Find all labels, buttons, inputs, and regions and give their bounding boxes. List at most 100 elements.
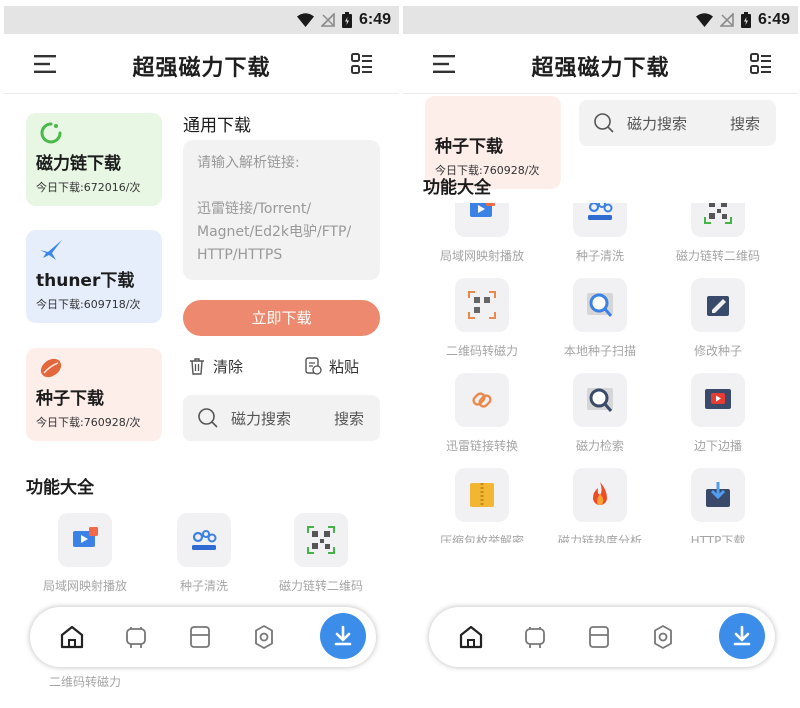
feature-local-scan[interactable]: 本地种子扫描 <box>540 278 660 370</box>
search-button[interactable]: 搜索 <box>334 408 364 429</box>
play-video-icon <box>705 389 731 409</box>
search-icon <box>594 113 614 133</box>
magnet-search-bar[interactable]: 磁力搜索 搜索 <box>579 100 776 146</box>
cast-video-icon <box>73 527 98 547</box>
download-icon <box>334 625 352 646</box>
magnet-refresh-icon <box>40 122 62 144</box>
link-input[interactable]: 请输入解析链接: 迅雷链接/Torrent/ Magnet/Ed2k电驴/FTP… <box>183 140 380 280</box>
feature-thunder-convert[interactable]: 迅雷链接转换 <box>422 373 542 465</box>
nav-settings[interactable] <box>250 623 278 651</box>
torrent-download-card[interactable]: 种子下载 今日下载:760928/次 <box>26 348 162 441</box>
download-now-button[interactable]: 立即下载 <box>183 300 380 336</box>
card-title: 种子下载 <box>36 389 104 409</box>
zip-folder-icon <box>470 483 494 507</box>
fire-icon <box>593 482 607 505</box>
feature-torrent-clean[interactable]: 种子清洗 <box>144 513 264 605</box>
nav-layers[interactable] <box>585 623 613 651</box>
magnifier-icon <box>587 293 613 317</box>
card-title: thuner下载 <box>36 271 135 291</box>
clear-button[interactable]: 清除 <box>187 353 243 379</box>
feature-edit-torrent[interactable]: 修改种子 <box>658 278 778 370</box>
features-title: 功能大全 <box>423 173 497 198</box>
edit-file-icon <box>707 296 729 316</box>
bottom-navigation <box>429 607 775 667</box>
magnet-search-bar[interactable]: 磁力搜索 搜索 <box>183 395 380 441</box>
wifi-icon <box>695 13 713 27</box>
magnet-download-card[interactable]: 磁力链下载 今日下载:672016/次 <box>26 113 162 206</box>
feature-qr-to-magnet[interactable]: 二维码转磁力 <box>422 278 542 370</box>
app-bar: 超强磁力下载 <box>4 34 399 94</box>
nav-chat[interactable] <box>122 623 150 651</box>
nav-settings[interactable] <box>649 623 677 651</box>
feature-lan-cast[interactable]: 局域网映射播放 <box>25 513 145 605</box>
trash-icon <box>190 358 204 375</box>
app-title: 超强磁力下载 <box>531 56 670 81</box>
card-count: 今日下载:609718/次 <box>36 298 141 311</box>
search-input[interactable]: 磁力搜索 <box>627 113 687 134</box>
battery-icon <box>341 12 352 28</box>
nav-home[interactable] <box>457 623 485 651</box>
features-title: 功能大全 <box>26 473 100 498</box>
paste-button[interactable]: 粘贴 <box>303 353 359 379</box>
app-bar: 超强磁力下载 <box>403 34 798 94</box>
settings-icon <box>255 625 273 649</box>
general-download-title: 通用下载 <box>183 116 251 136</box>
card-title: 磁力链下载 <box>36 154 121 174</box>
link-chain-icon <box>472 392 492 408</box>
no-signal-icon <box>719 13 734 27</box>
feature-heat-analysis[interactable]: 磁力链热度分析 <box>540 468 660 543</box>
seed-icon <box>40 358 62 378</box>
home-icon <box>459 625 483 649</box>
nav-home[interactable] <box>58 623 86 651</box>
qrcode-icon <box>704 203 732 224</box>
clear-label: 清除 <box>213 357 244 376</box>
app-title: 超强磁力下载 <box>132 56 271 81</box>
status-time: 6:49 <box>358 11 391 28</box>
settings-icon <box>654 625 672 649</box>
search-button[interactable]: 搜索 <box>730 113 760 134</box>
download-fab[interactable] <box>320 613 366 659</box>
list-view-icon[interactable] <box>351 53 373 75</box>
feature-magnet-to-qr[interactable]: 磁力链转二维码 <box>658 203 778 275</box>
layers-icon <box>589 626 609 648</box>
feature-magnet-search[interactable]: 磁力检索 <box>540 373 660 465</box>
cast-video-icon <box>470 203 495 217</box>
home-icon <box>60 625 84 649</box>
feature-torrent-clean[interactable]: 种子清洗 <box>540 203 660 275</box>
feature-zip-decrypt[interactable]: 压缩包枚举解密 <box>422 468 542 543</box>
qr-scan-icon <box>468 291 496 319</box>
layers-icon <box>190 626 210 648</box>
battery-icon <box>740 12 751 28</box>
download-icon <box>733 625 751 646</box>
feature-grid: 局域网映射播放 种子清洗 磁力链转二维码 二维码转磁力 本地种子扫描 修改种子 … <box>403 203 798 543</box>
search-input[interactable]: 磁力搜索 <box>231 408 291 429</box>
phone-screen-scrolled: 6:49 超强磁力下载 种子下载 今日下载:760928/次 磁力搜索 搜索 功… <box>403 0 798 708</box>
feature-magnet-to-qr[interactable]: 磁力链转二维码 <box>261 513 381 605</box>
status-bar: 6:49 <box>4 6 399 34</box>
status-bar: 6:49 <box>403 6 798 34</box>
status-time: 6:49 <box>757 11 790 28</box>
feature-lan-cast[interactable]: 局域网映射播放 <box>422 203 542 275</box>
card-title: 种子下载 <box>435 137 503 157</box>
card-count: 今日下载:760928/次 <box>36 416 141 429</box>
job-search-icon <box>587 388 613 412</box>
box-download-icon <box>706 482 730 507</box>
list-view-icon[interactable] <box>750 53 772 75</box>
feature-http-download[interactable]: HTTP下载 <box>658 468 778 543</box>
search-icon <box>198 408 218 428</box>
download-fab[interactable] <box>719 613 765 659</box>
qrcode-icon <box>307 526 335 554</box>
nav-chat[interactable] <box>521 623 549 651</box>
gears-icon <box>192 530 217 550</box>
clipboard-icon <box>305 357 322 375</box>
feature-stream-while-download[interactable]: 边下边播 <box>658 373 778 465</box>
thunder-bird-icon <box>40 240 62 260</box>
thunder-download-card[interactable]: thuner下载 今日下载:609718/次 <box>26 230 162 323</box>
phone-screen-home: 6:49 超强磁力下载 磁力链下载 今日下载:672016/次 thuner下载… <box>4 0 399 708</box>
paste-label: 粘贴 <box>329 357 360 376</box>
wifi-icon <box>296 13 314 27</box>
nav-layers[interactable] <box>186 623 214 651</box>
card-count: 今日下载:672016/次 <box>36 181 141 194</box>
no-signal-icon <box>320 13 335 27</box>
bottom-navigation <box>30 607 376 667</box>
